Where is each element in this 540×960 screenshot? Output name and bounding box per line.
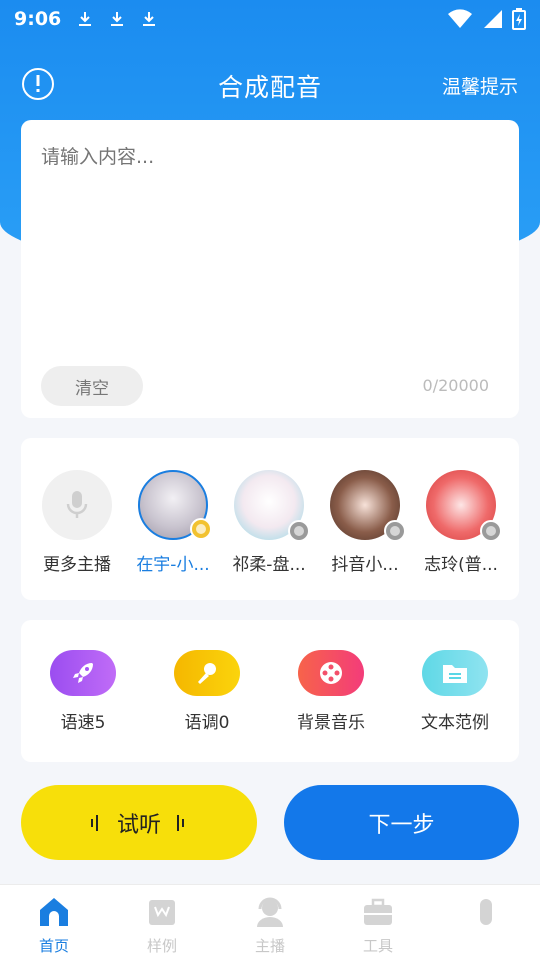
nav-anchors[interactable]: 主播 — [216, 895, 324, 956]
voice-item[interactable]: 抖音小... — [317, 470, 413, 575]
microphone-icon — [66, 491, 88, 518]
download-icon — [143, 12, 156, 26]
clear-button[interactable]: 清空 — [41, 366, 143, 406]
badge-icon — [384, 520, 406, 542]
tips-link[interactable]: 温馨提示 — [442, 72, 518, 99]
battery-icon — [512, 8, 526, 30]
headset-user-icon — [257, 897, 283, 927]
text-input-card: 清空 0/20000 — [21, 120, 519, 418]
microphone-icon — [198, 663, 216, 684]
bottom-nav: 首页 样例 主播 工具 — [0, 884, 540, 960]
medal-icon — [294, 526, 304, 536]
tool-examples[interactable]: 文本范例 — [400, 650, 510, 733]
avatar — [138, 470, 212, 540]
signal-icon — [484, 10, 502, 28]
next-button[interactable]: 下一步 — [284, 785, 519, 860]
voice-label: 志玲(普... — [424, 555, 498, 575]
avatar — [234, 470, 310, 542]
user-icon — [480, 899, 492, 925]
voice-label: 更多主播 — [43, 555, 111, 575]
nav-samples[interactable]: 样例 — [108, 895, 216, 956]
content-input[interactable] — [41, 142, 499, 362]
tool-label: 语调0 — [184, 713, 230, 733]
sample-box-icon — [149, 900, 175, 925]
tool-icon-bg — [298, 650, 364, 696]
medal-icon — [486, 526, 496, 536]
tool-label: 语速5 — [60, 713, 106, 733]
rocket-icon — [73, 663, 93, 683]
film-reel-icon — [320, 662, 342, 684]
download-icon — [79, 12, 92, 26]
avatar — [42, 470, 112, 540]
nav-home[interactable]: 首页 — [0, 895, 108, 956]
nav-label: 主播 — [254, 937, 285, 955]
voices-card: 更多主播 在宇-小... 祁柔-盘... 抖音小... 志玲(普... — [21, 438, 519, 600]
voice-label: 在宇-小... — [136, 555, 210, 575]
voice-item[interactable]: 祁柔-盘... — [221, 470, 317, 575]
nav-profile[interactable] — [432, 895, 540, 935]
badge-icon — [480, 520, 502, 542]
nav-label: 首页 — [38, 937, 69, 955]
status-bar: 9:06 — [0, 0, 540, 38]
char-count: 0/20000 — [422, 376, 489, 395]
status-time: 9:06 — [14, 8, 62, 30]
tool-icon-bg — [174, 650, 240, 696]
nav-label: 工具 — [362, 937, 393, 955]
tool-pitch[interactable]: 语调0 — [152, 650, 262, 733]
avatar — [426, 470, 502, 542]
sound-wave-icon — [177, 814, 184, 831]
medal-icon — [390, 526, 400, 536]
voice-label: 抖音小... — [331, 555, 399, 575]
tool-icon-bg — [50, 650, 116, 696]
vip-badge-icon — [190, 518, 212, 540]
listen-label: 试听 — [116, 812, 161, 838]
tools-card: 语速5 语调0 背景音乐 文本范例 — [21, 620, 519, 762]
sound-wave-icon — [90, 814, 98, 831]
tool-label: 背景音乐 — [297, 713, 365, 733]
nav-label: 样例 — [146, 937, 177, 955]
voice-item[interactable]: 志玲(普... — [413, 470, 509, 575]
listen-button[interactable]: 试听 — [21, 785, 257, 860]
avatar — [330, 470, 406, 542]
home-icon — [40, 898, 68, 926]
tool-bgm[interactable]: 背景音乐 — [276, 650, 386, 733]
voice-more[interactable]: 更多主播 — [29, 470, 125, 575]
download-icon — [111, 12, 124, 26]
voice-label: 祁柔-盘... — [232, 555, 306, 575]
wifi-icon — [448, 9, 472, 28]
tool-speed[interactable]: 语速5 — [28, 650, 138, 733]
app-header: 合成配音 温馨提示 — [0, 56, 540, 112]
nav-tools[interactable]: 工具 — [324, 895, 432, 956]
toolbox-icon — [364, 898, 392, 925]
folder-icon — [443, 665, 467, 683]
tool-label: 文本范例 — [421, 713, 489, 733]
badge-icon — [288, 520, 310, 542]
voice-item[interactable]: 在宇-小... — [125, 470, 221, 575]
medal-icon — [196, 524, 206, 534]
tool-icon-bg — [422, 650, 488, 696]
